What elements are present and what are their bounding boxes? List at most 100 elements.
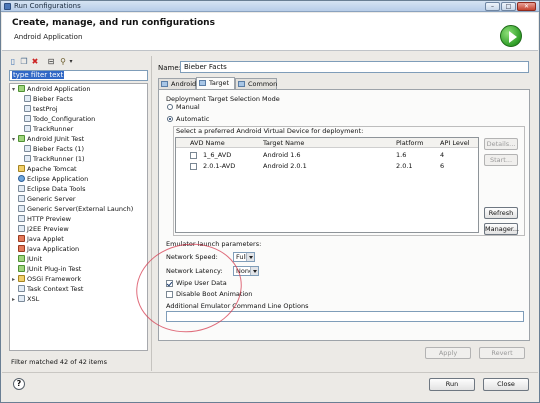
panel-splitter[interactable] <box>151 56 152 371</box>
column-target-name[interactable]: Target Name <box>263 138 304 148</box>
apply-button[interactable]: Apply <box>425 347 471 359</box>
run-configurations-window: Run Configurations – □ ✕ Create, manage,… <box>0 0 540 403</box>
help-icon[interactable]: ? <box>13 378 25 390</box>
tree-item-bieber-facts[interactable]: Bieber Facts <box>24 95 73 104</box>
avd-row-checkbox[interactable] <box>190 163 197 170</box>
tree-item-j2ee-preview[interactable]: J2EE Preview <box>18 225 69 234</box>
filter-dropdown-icon[interactable]: ▾ <box>67 58 75 66</box>
maximize-button[interactable]: □ <box>501 2 516 11</box>
collapse-all-icon[interactable]: ⊟ <box>47 58 55 66</box>
automatic-label: Automatic <box>176 115 210 123</box>
title-bar: Run Configurations – □ ✕ <box>1 1 539 12</box>
start-button[interactable]: Start... <box>484 154 518 166</box>
name-label: Name: <box>158 64 182 72</box>
tree-item-android-application[interactable]: ▾ Android Application <box>12 85 91 94</box>
avd-name: 2.0.1-AVD <box>203 162 236 170</box>
tree-item-java-applet[interactable]: Java Applet <box>18 235 64 244</box>
tree-item-generic-server[interactable]: Generic Server <box>18 195 76 204</box>
tab-android[interactable]: Android <box>158 78 196 89</box>
network-speed-label: Network Speed: <box>166 253 218 261</box>
tree-item-trackrunner[interactable]: TrackRunner <box>24 125 73 134</box>
details-button[interactable]: Details... <box>484 138 518 150</box>
tab-target[interactable]: Target <box>196 77 235 89</box>
tree-item-junit-plugin-test[interactable]: JUnit Plug-in Test <box>18 265 81 274</box>
cmd-options-input[interactable] <box>166 311 524 322</box>
name-field[interactable]: Bieber Facts <box>180 61 529 73</box>
disable-boot-animation-checkbox[interactable] <box>166 291 173 298</box>
config-icon <box>24 125 31 132</box>
android-icon <box>18 85 25 92</box>
tab-common[interactable]: Common <box>235 78 277 89</box>
task-icon <box>18 285 25 292</box>
filter-placeholder: type filter text <box>12 71 65 79</box>
column-api-level[interactable]: API Level <box>440 138 470 148</box>
manager-button[interactable]: Manager... <box>484 223 519 235</box>
dialog-subtitle: Android Application <box>14 33 83 41</box>
column-avd-name[interactable]: AVD Name <box>190 138 225 148</box>
tree-item-generic-server-external[interactable]: Generic Server(External Launch) <box>18 205 133 214</box>
footer-divider <box>2 372 538 373</box>
revert-button[interactable]: Revert <box>479 347 525 359</box>
osgi-icon <box>18 275 25 282</box>
tree-item-eclipse-data-tools[interactable]: Eclipse Data Tools <box>18 185 85 194</box>
avd-platform: 1.6 <box>396 151 407 159</box>
tree-item-junit[interactable]: JUnit <box>18 255 42 264</box>
avd-platform: 2.0.1 <box>396 162 413 170</box>
avd-name: 1_6_AVD <box>203 151 232 159</box>
close-window-button[interactable]: ✕ <box>517 2 536 11</box>
column-platform[interactable]: Platform <box>396 138 423 148</box>
avd-api-level: 4 <box>440 151 445 159</box>
config-icon <box>24 95 31 102</box>
delete-icon[interactable]: ✖ <box>31 58 39 66</box>
tree-item-bieber-facts-1[interactable]: Bieber Facts (1) <box>24 145 84 154</box>
eclipse-icon <box>4 3 11 10</box>
refresh-button[interactable]: Refresh <box>484 207 518 219</box>
tree-item-testproj[interactable]: testProj <box>24 105 58 114</box>
tree-item-todo-configuration[interactable]: Todo_Configuration <box>24 115 95 124</box>
tree-item-http-preview[interactable]: HTTP Preview <box>18 215 71 224</box>
target-tab-icon <box>199 80 206 86</box>
filter-icon[interactable]: ⚲ <box>59 58 67 66</box>
chevron-down-icon <box>246 253 254 261</box>
avd-target: Android 1.6 <box>263 151 301 159</box>
network-speed-select[interactable]: Full <box>233 252 255 262</box>
tree-item-trackrunner-1[interactable]: TrackRunner (1) <box>24 155 85 164</box>
close-button[interactable]: Close <box>483 378 529 391</box>
new-config-icon[interactable]: ▯ <box>9 58 17 66</box>
dialog-header: Create, manage, and run configurations A… <box>2 13 538 51</box>
avd-prompt: Select a preferred Android Virtual Devic… <box>176 127 364 135</box>
data-tools-icon <box>18 185 25 192</box>
junit-icon <box>18 265 25 272</box>
config-icon <box>24 115 31 122</box>
tree-item-osgi-framework[interactable]: ▸ OSGi Framework <box>12 275 81 284</box>
emulator-title: Emulator launch parameters: <box>166 240 262 248</box>
avd-target: Android 2.0.1 <box>263 162 307 170</box>
java-app-icon <box>18 245 25 252</box>
tree-item-android-junit-test[interactable]: ▾ Android JUnit Test <box>12 135 84 144</box>
http-icon <box>18 215 25 222</box>
eclipse-icon <box>18 175 25 182</box>
common-tab-icon <box>238 81 245 87</box>
network-latency-label: Network Latency: <box>166 267 223 275</box>
manual-radio[interactable] <box>167 104 173 110</box>
dialog-title: Create, manage, and run configurations <box>12 18 215 28</box>
automatic-radio[interactable] <box>167 116 173 122</box>
network-latency-select[interactable]: None <box>233 266 259 276</box>
tree-item-eclipse-application[interactable]: Eclipse Application <box>18 175 88 184</box>
filter-input[interactable]: type filter text <box>9 70 148 81</box>
tree-item-apache-tomcat[interactable]: Apache Tomcat <box>18 165 77 174</box>
run-button[interactable]: Run <box>429 378 475 391</box>
cmd-options-label: Additional Emulator Command Line Options <box>166 302 309 310</box>
duplicate-icon[interactable]: ❐ <box>20 58 28 66</box>
chevron-down-icon <box>250 267 258 275</box>
avd-api-level: 6 <box>440 162 445 170</box>
configuration-tree: ▾ Android Application Bieber Facts testPr… <box>9 83 148 351</box>
config-icon <box>24 145 31 152</box>
wipe-user-data-checkbox[interactable] <box>166 280 173 287</box>
tree-item-xsl[interactable]: ▸ XSL <box>12 295 39 304</box>
disable-boot-animation-label: Disable Boot Animation <box>176 290 253 298</box>
tree-item-task-context-test[interactable]: Task Context Test <box>18 285 83 294</box>
minimize-button[interactable]: – <box>485 2 500 11</box>
avd-row-checkbox[interactable] <box>190 152 197 159</box>
tree-item-java-application[interactable]: Java Application <box>18 245 79 254</box>
